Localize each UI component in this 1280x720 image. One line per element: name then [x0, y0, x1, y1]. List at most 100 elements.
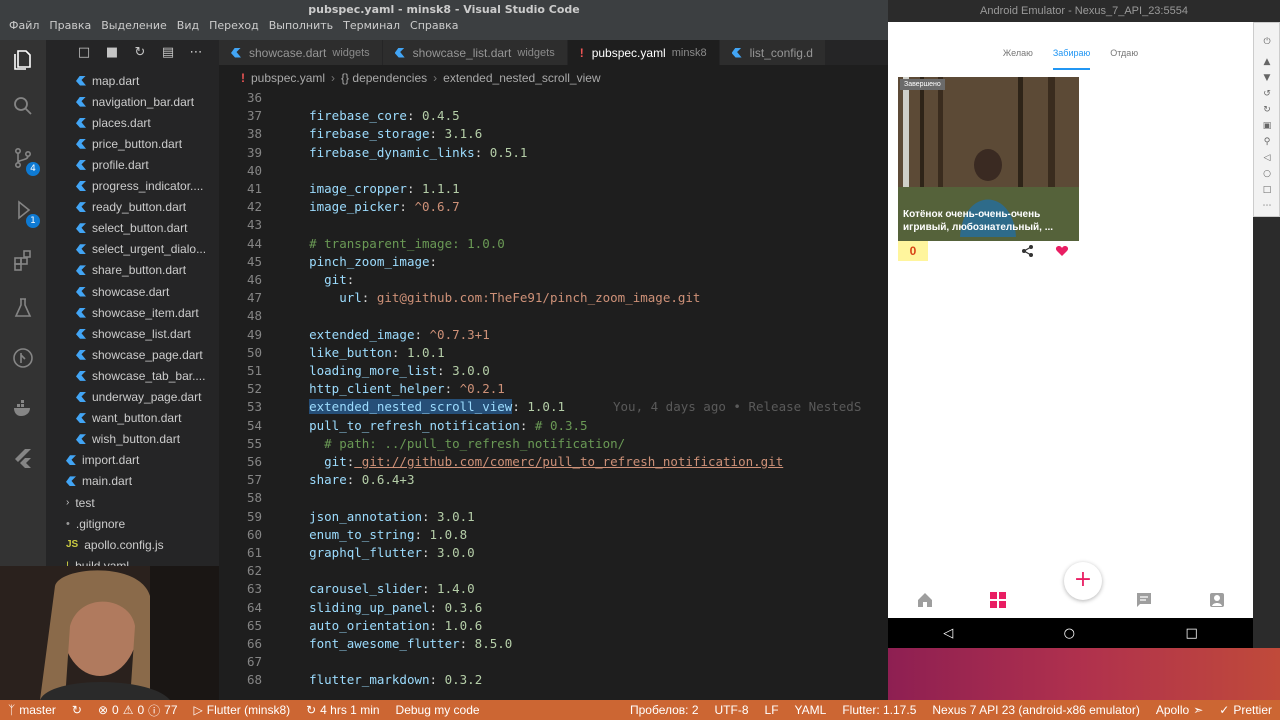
menu-item[interactable]: Файл	[4, 19, 44, 32]
volume-up-icon[interactable]: ▲	[1262, 57, 1272, 67]
file-item[interactable]: navigation_bar.dart	[76, 91, 194, 112]
git-icon: •	[66, 517, 70, 530]
line-number: 66	[246, 636, 262, 651]
showcase-icon[interactable]	[989, 591, 1007, 609]
file-item[interactable]: › test	[66, 492, 95, 513]
menu-item[interactable]: Терминал	[338, 19, 405, 32]
profile-icon[interactable]	[1208, 591, 1226, 609]
collapse-all-icon[interactable]: ▤	[160, 44, 176, 60]
docker-icon[interactable]	[0, 388, 46, 428]
source-control-icon[interactable]: 4	[0, 138, 46, 178]
file-item[interactable]: import.dart	[66, 450, 139, 471]
debug-icon[interactable]: 1	[0, 190, 46, 230]
rotate-left-icon[interactable]: ↺	[1262, 89, 1272, 99]
app-tab[interactable]: Забираю	[1052, 42, 1091, 70]
editor-tab[interactable]: ! pubspec.yaml minsk8	[567, 40, 720, 65]
explorer-icon[interactable]	[0, 40, 46, 80]
breadcrumb-key[interactable]: extended_nested_scroll_view	[443, 71, 600, 85]
back-icon[interactable]: ◁	[1262, 153, 1272, 163]
language-mode[interactable]: YAML	[787, 703, 835, 717]
volume-down-icon[interactable]: ▼	[1262, 73, 1272, 83]
file-item[interactable]: want_button.dart	[76, 408, 181, 429]
prettier-indicator[interactable]: ✓ Prettier	[1211, 703, 1280, 717]
file-item[interactable]: showcase_page.dart	[76, 344, 203, 365]
flask-icon[interactable]	[0, 288, 46, 328]
encoding[interactable]: UTF-8	[707, 703, 757, 717]
file-item[interactable]: map.dart	[76, 70, 139, 91]
chat-icon[interactable]	[1135, 591, 1153, 609]
flutter-icon[interactable]	[0, 438, 46, 478]
debug-mode[interactable]: Debug my code	[388, 703, 488, 717]
more-options-icon[interactable]: ⋯	[1262, 201, 1272, 211]
zoom-icon[interactable]: ⚲	[1262, 137, 1272, 147]
menu-item[interactable]: Вид	[172, 19, 204, 32]
file-item[interactable]: showcase_list.dart	[76, 323, 191, 344]
code-line: 53 extended_nested_scroll_view: 1.0.1 You…	[219, 399, 888, 417]
more-icon[interactable]: ⋯	[188, 44, 204, 60]
breadcrumb-section[interactable]: {} dependencies	[341, 71, 427, 85]
showcase-card[interactable]: Завершено Котёнок очень-очень-очень игри…	[898, 77, 1079, 241]
file-item[interactable]: JS apollo.config.js	[66, 534, 164, 555]
eol[interactable]: LF	[757, 703, 787, 717]
branch-indicator[interactable]: ᛉ master	[0, 703, 64, 717]
file-item[interactable]: showcase_item.dart	[76, 302, 199, 323]
overview-icon[interactable]: □	[1262, 185, 1272, 195]
refresh-icon[interactable]: ↻	[132, 44, 148, 60]
editor-tab[interactable]: showcase_list.dart widgets	[382, 40, 568, 65]
flutter-run-indicator[interactable]: ▷ Flutter (minsk8)	[186, 703, 299, 717]
sync-icon[interactable]: ↻	[64, 703, 90, 717]
code-text: pull_to_refresh_notification: # 0.3.5	[309, 417, 588, 433]
rotate-right-icon[interactable]: ↻	[1262, 105, 1272, 115]
device-selector[interactable]: Nexus 7 API 23 (android-x86 emulator)	[924, 703, 1147, 717]
indentation[interactable]: Пробелов: 2	[622, 703, 707, 717]
power-icon[interactable]: ⏻	[1262, 37, 1272, 47]
nav-recents-icon[interactable]: □	[1185, 626, 1197, 641]
new-folder-icon[interactable]: ■	[104, 44, 120, 60]
nav-back-icon[interactable]: ◁	[943, 626, 953, 641]
extensions-icon[interactable]	[0, 240, 46, 280]
window-title: pubspec.yaml - minsk8 - Visual Studio Co…	[308, 3, 580, 16]
app-tab[interactable]: Желаю	[1003, 42, 1033, 70]
file-item[interactable]: select_urgent_dialo...	[76, 239, 206, 260]
menu-item[interactable]: Выполнить	[264, 19, 338, 32]
file-item[interactable]: main.dart	[66, 471, 132, 492]
nav-home-icon[interactable]: ○	[1064, 626, 1075, 641]
apollo-indicator[interactable]: Apollo ➣	[1148, 703, 1211, 717]
screenshot-icon[interactable]: ▣	[1262, 121, 1272, 131]
file-item[interactable]: places.dart	[76, 112, 151, 133]
flutter-version[interactable]: Flutter: 1.17.5	[834, 703, 924, 717]
file-item[interactable]: select_button.dart	[76, 218, 187, 239]
share-icon[interactable]	[1021, 244, 1035, 258]
menu-item[interactable]: Выделение	[96, 19, 172, 32]
info-icon: ⓘ	[148, 703, 161, 718]
problems-indicator[interactable]: ⊗ 0 ⚠ 0 ⓘ 77	[90, 702, 186, 719]
editor-tab[interactable]: showcase.dart widgets	[219, 40, 383, 65]
file-item[interactable]: profile.dart	[76, 154, 149, 175]
menu-item[interactable]: Правка	[44, 19, 96, 32]
file-item[interactable]: wish_button.dart	[76, 429, 180, 450]
heart-icon[interactable]	[1055, 244, 1069, 258]
app-tab[interactable]: Отдаю	[1110, 42, 1138, 70]
home-button-icon[interactable]: ○	[1262, 169, 1272, 179]
menu-item[interactable]: Переход	[204, 19, 264, 32]
file-name: main.dart	[82, 474, 133, 489]
file-item[interactable]: ready_button.dart	[76, 197, 186, 218]
time-tracker[interactable]: ↻ 4 hrs 1 min	[298, 703, 387, 717]
file-item[interactable]: showcase.dart	[76, 281, 169, 302]
search-icon[interactable]	[0, 86, 46, 126]
new-file-icon[interactable]: □	[76, 44, 92, 60]
file-item[interactable]: share_button.dart	[76, 260, 186, 281]
file-item[interactable]: • .gitignore	[66, 513, 125, 534]
file-item[interactable]: underway_page.dart	[76, 387, 201, 408]
file-item[interactable]: showcase_tab_bar....	[76, 365, 205, 386]
file-item[interactable]: progress_indicator....	[76, 176, 203, 197]
breadcrumb-file[interactable]: pubspec.yaml	[251, 71, 325, 85]
git-graph-icon[interactable]	[0, 338, 46, 378]
home-icon[interactable]	[916, 591, 934, 609]
menu-item[interactable]: Справка	[405, 19, 463, 32]
line-number: 46	[246, 272, 262, 287]
editor-tab[interactable]: list_config.d	[719, 40, 826, 65]
add-fab-button[interactable]: +	[1064, 562, 1102, 600]
file-item[interactable]: price_button.dart	[76, 133, 182, 154]
status-tag: Завершено	[900, 79, 945, 90]
